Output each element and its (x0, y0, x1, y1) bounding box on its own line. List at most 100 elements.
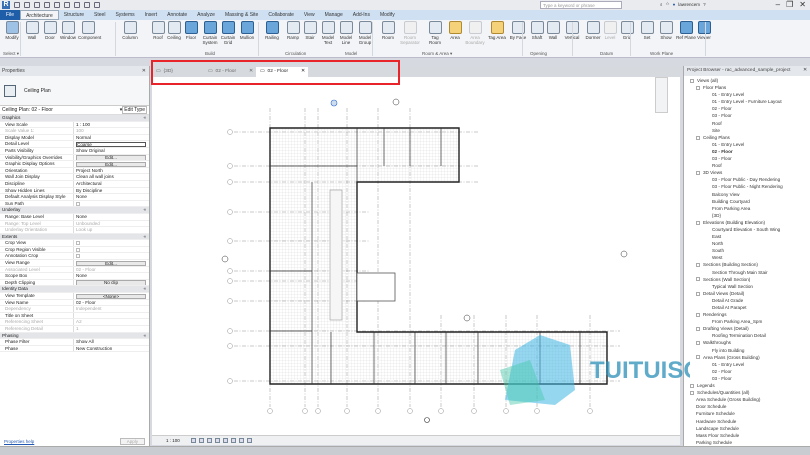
property-value[interactable]: Edit... (74, 161, 149, 167)
expand-toggle-icon[interactable] (696, 263, 700, 268)
tool-ref-plane[interactable]: Ref Plane (676, 21, 696, 40)
browser-item[interactable]: 03 - Floor (684, 155, 810, 162)
browser-item[interactable]: 03 - Floor Public - Day Rendering (684, 176, 810, 183)
property-value[interactable]: Edit... (74, 260, 149, 266)
tool-railing[interactable]: Railing (262, 21, 282, 40)
revit-logo[interactable]: R (2, 1, 10, 9)
tool-room[interactable]: Room (378, 21, 398, 40)
browser-item[interactable]: Views (all) (684, 77, 810, 84)
browser-item[interactable]: Detail At Grade (684, 297, 810, 304)
tool-tag-room[interactable]: Tag Room (425, 21, 445, 45)
tab-steel[interactable]: Steel (89, 10, 110, 20)
detail-level-icon[interactable] (190, 438, 196, 443)
browser-item[interactable]: Fly into Building (684, 347, 810, 354)
browser-item[interactable]: West (684, 254, 810, 261)
expand-toggle-icon[interactable] (696, 85, 700, 90)
grid-bubble[interactable] (227, 298, 233, 304)
browser-item[interactable]: Landscape Schedule (684, 425, 810, 432)
tab-add-ins[interactable]: Add-Ins (348, 10, 375, 20)
browser-item[interactable]: 01 - Entry Level - Furniture Layout (684, 98, 810, 105)
browser-item[interactable]: East (684, 233, 810, 240)
shadows-icon[interactable] (214, 438, 220, 443)
browser-item[interactable]: Ceiling Plans (684, 134, 810, 141)
property-value[interactable]: None (74, 273, 149, 279)
edit-button[interactable]: No clip (76, 280, 146, 286)
grid-bubble[interactable] (407, 408, 413, 414)
browser-item[interactable]: Door Schedule (684, 403, 810, 410)
tool-component[interactable]: Component (78, 21, 101, 40)
expand-toggle-icon[interactable] (696, 291, 700, 296)
grid-bubble[interactable] (534, 408, 540, 414)
tab-systems[interactable]: Systems (110, 10, 139, 20)
grid-bubble[interactable] (227, 238, 233, 244)
browser-item[interactable]: Site (684, 127, 810, 134)
property-value[interactable]: Clean all wall joins (74, 174, 149, 180)
tab-massing-site[interactable]: Massing & Site (220, 10, 263, 20)
property-value[interactable] (74, 313, 149, 319)
browser-item[interactable]: Elevations (Building Elevation) (684, 219, 810, 226)
browser-item[interactable]: Sections (Building Section) (684, 261, 810, 268)
undo-icon[interactable] (34, 2, 40, 8)
property-value[interactable] (74, 240, 149, 246)
property-value[interactable]: Coarse (74, 141, 149, 147)
panel-label[interactable]: Circulation (285, 51, 306, 56)
browser-item[interactable]: Section Through Main Stair (684, 269, 810, 276)
edit-button[interactable]: Edit... (76, 260, 146, 266)
property-group[interactable]: Identity Data « (0, 286, 149, 294)
sun-path-icon[interactable] (206, 438, 212, 443)
grid-bubble[interactable] (503, 408, 509, 414)
property-value[interactable]: New Construction (74, 346, 149, 352)
expand-toggle-icon[interactable] (696, 171, 700, 175)
tool-wall[interactable]: Wall (22, 21, 42, 40)
grid-bubble[interactable] (302, 408, 308, 414)
apply-button[interactable]: Apply (119, 438, 145, 445)
collapse-icon[interactable]: « (143, 333, 149, 339)
browser-item[interactable]: 03 - Floor (684, 112, 810, 119)
tool-model-line[interactable]: Model Line (336, 21, 356, 45)
tool-tag-area[interactable]: Tag Area (487, 21, 507, 40)
tab-structure[interactable]: Structure (59, 10, 89, 20)
browser-item[interactable]: Typical Wall Section (684, 283, 810, 290)
checkbox[interactable] (76, 201, 80, 206)
grid-bubble[interactable] (227, 343, 233, 349)
panel-label[interactable]: Select ▾ (3, 51, 19, 57)
user-menu[interactable]: ⌕ ☆ ● lawrencem? (660, 1, 706, 7)
browser-item[interactable]: Drafting Views (Detail) (684, 325, 810, 332)
browser-item[interactable]: Mass Floor Schedule (684, 432, 810, 439)
panel-label[interactable]: Build (205, 51, 215, 56)
grid-bubble[interactable] (315, 408, 321, 414)
reveal-hidden-icon[interactable] (246, 438, 252, 443)
property-group[interactable]: Extents « (0, 233, 149, 241)
tool-window[interactable]: Window (58, 21, 78, 40)
tool-room-separator[interactable]: Room Separator (400, 21, 420, 45)
3d-view-icon[interactable] (74, 2, 80, 8)
grid-bubble[interactable] (227, 328, 233, 334)
browser-item[interactable]: 02 - Floor (684, 368, 810, 375)
property-value[interactable]: Show Original (74, 148, 149, 154)
expand-toggle-icon[interactable] (696, 327, 700, 332)
property-value[interactable]: <None> (74, 293, 149, 299)
grid-bubble[interactable] (344, 408, 350, 414)
browser-item[interactable]: 01 - Entry Level (684, 91, 810, 98)
browser-item[interactable]: Roofing Termination Detail (684, 332, 810, 339)
drawing-canvas[interactable] (152, 77, 680, 435)
grid-bubble[interactable] (227, 129, 233, 135)
help-icon[interactable]: ? (703, 2, 706, 7)
properties-help-link[interactable]: Properties help (4, 439, 34, 444)
checkbox[interactable] (76, 247, 80, 252)
browser-item[interactable]: Parking Schedule (684, 439, 810, 446)
grid-bubble[interactable] (227, 278, 233, 284)
browser-item[interactable]: Furniture Schedule (684, 410, 810, 417)
property-value[interactable]: Edit... (74, 155, 149, 161)
view-scale[interactable]: 1 : 100 (166, 438, 180, 443)
browser-item[interactable]: 03 - Floor (684, 375, 810, 382)
browser-item[interactable]: Sections (Wall Section) (684, 276, 810, 283)
browser-item[interactable]: 01 - Entry Level (684, 141, 810, 148)
checkbox[interactable] (76, 241, 80, 246)
tool-stair[interactable]: Stair (300, 21, 320, 40)
type-selector[interactable]: Ceiling Plan (0, 76, 149, 106)
property-value[interactable] (74, 253, 149, 259)
tool-show[interactable]: Show (656, 21, 676, 40)
browser-item[interactable]: Detail Views (Detail) (684, 290, 810, 297)
tool-wall[interactable]: Wall (543, 21, 563, 40)
